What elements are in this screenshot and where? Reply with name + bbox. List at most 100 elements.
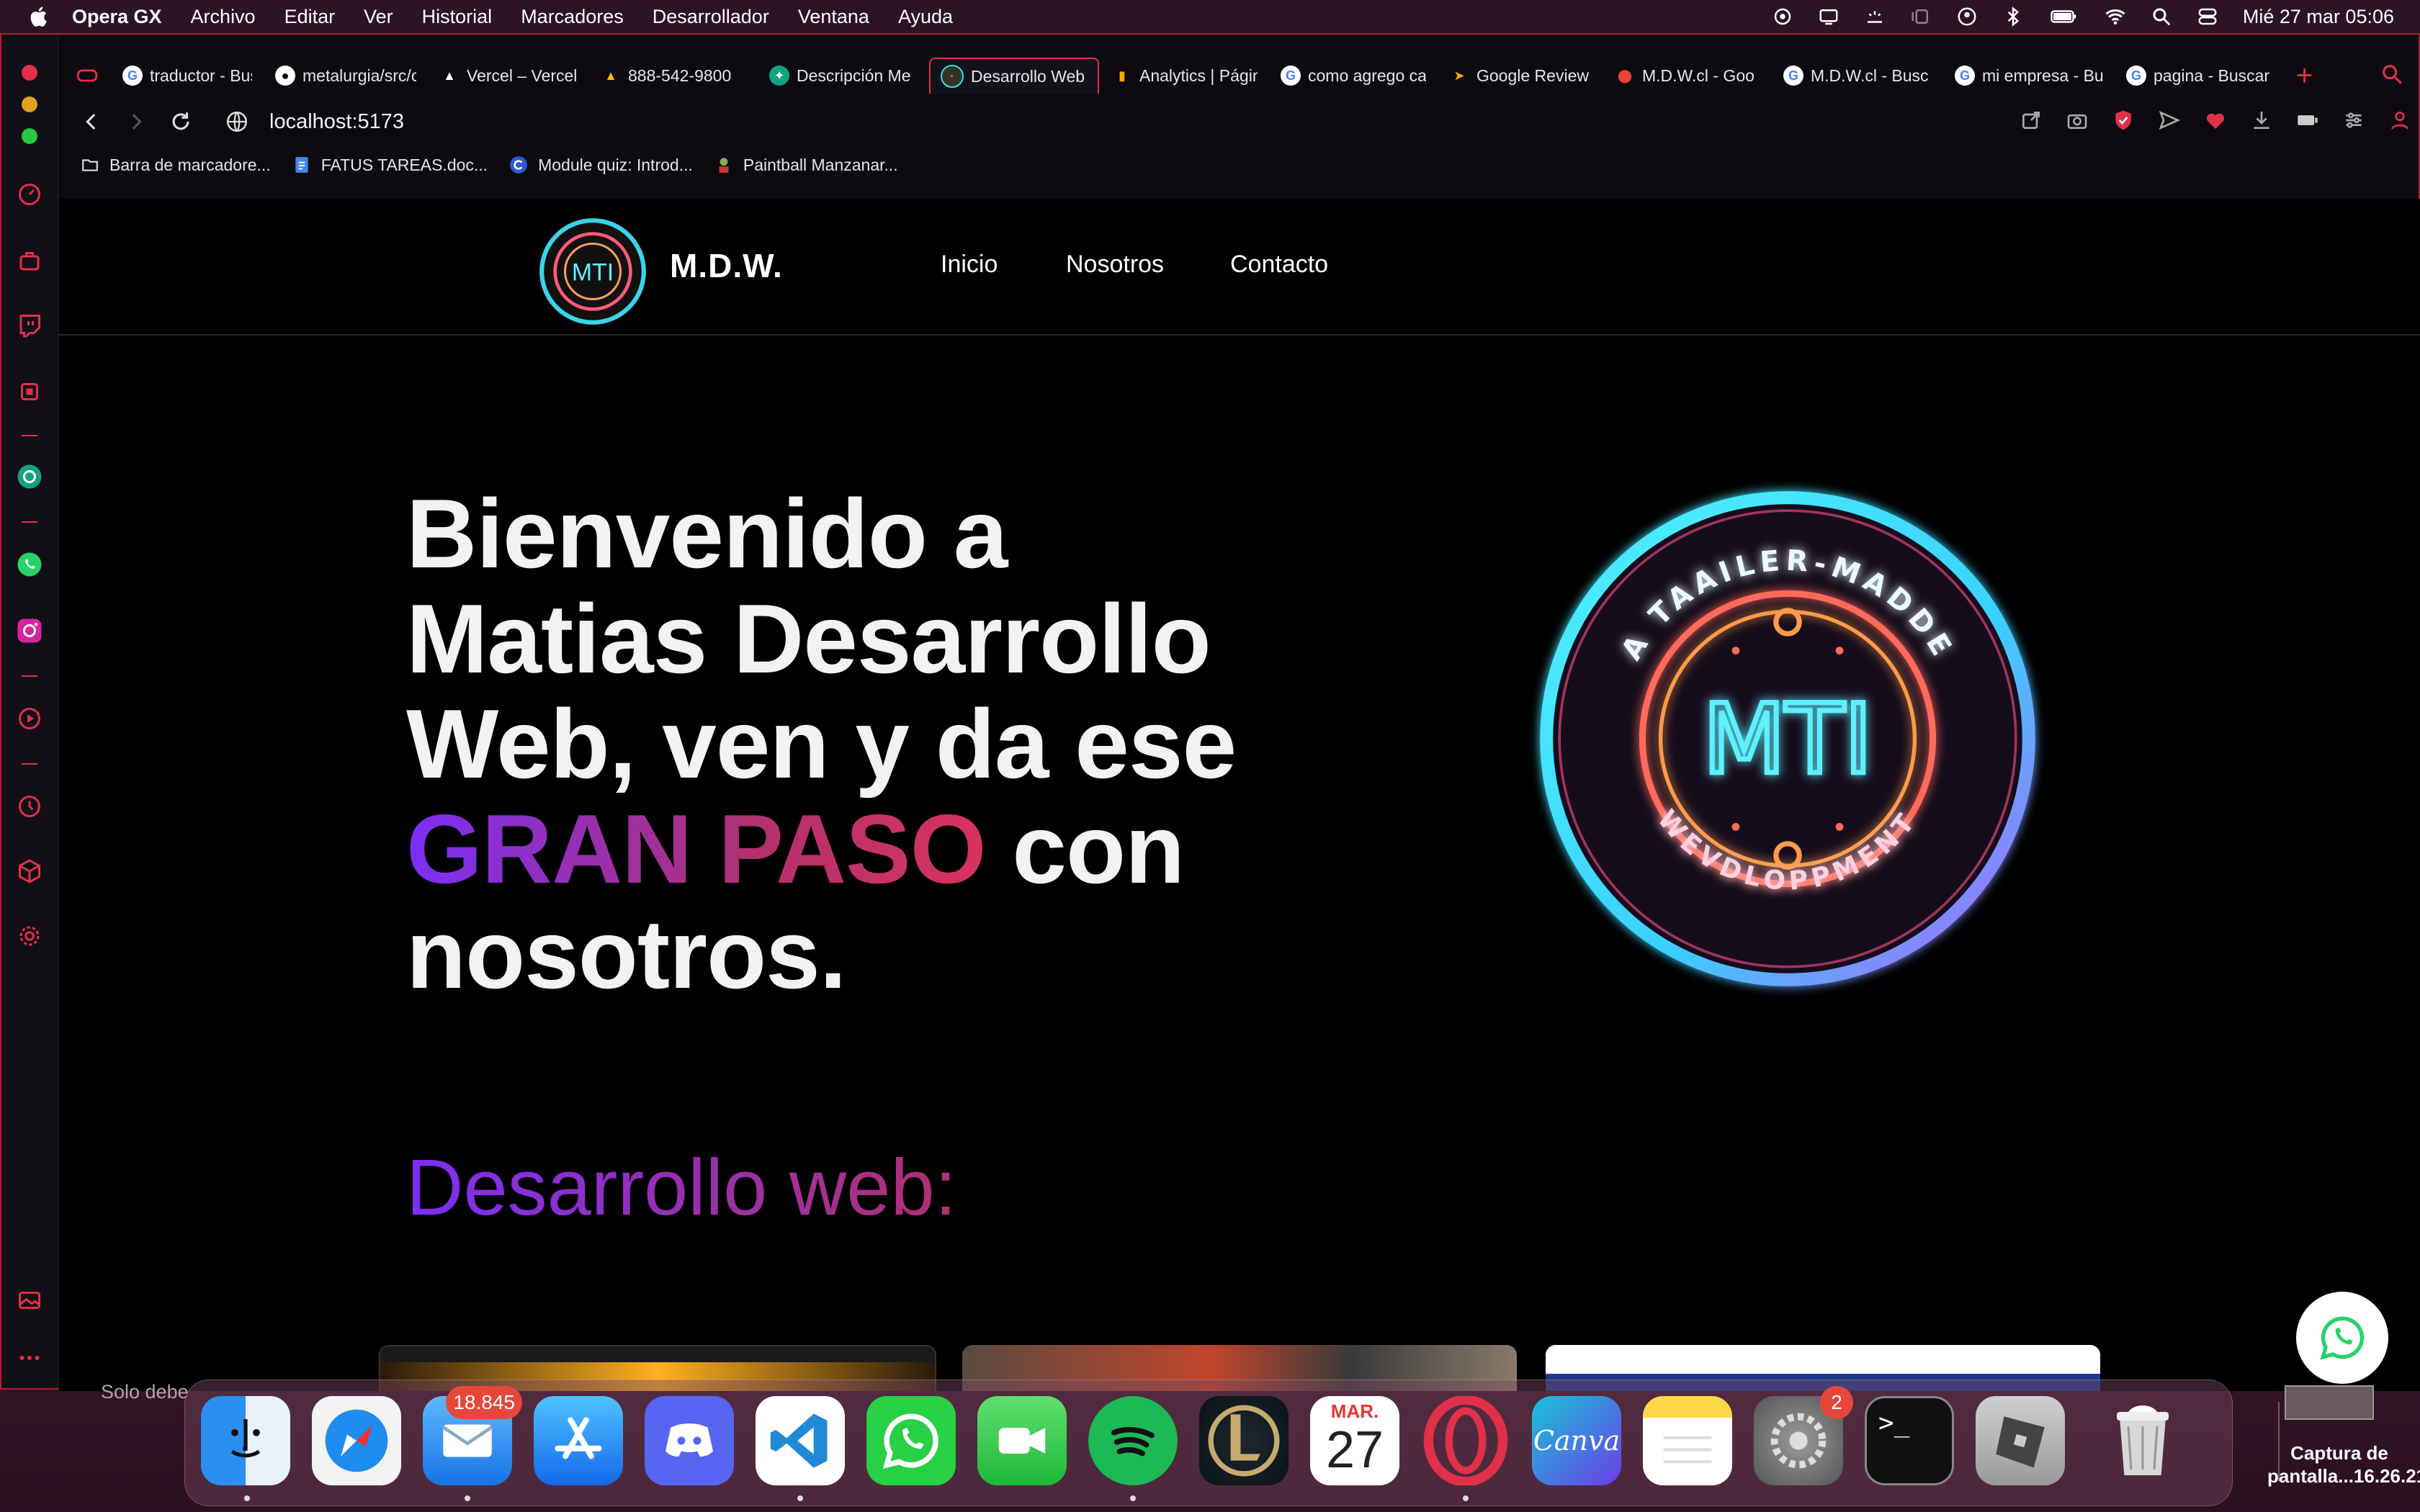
creative-cloud-icon[interactable] bbox=[1772, 6, 1793, 27]
send-icon[interactable] bbox=[2158, 109, 2181, 132]
back-icon[interactable] bbox=[79, 109, 104, 134]
menu-marcadores[interactable]: Marcadores bbox=[521, 6, 624, 28]
nav-contacto[interactable]: Contacto bbox=[1230, 251, 1328, 279]
site-info-globe-icon[interactable] bbox=[225, 109, 249, 134]
share-icon[interactable] bbox=[2020, 109, 2043, 132]
dock-opera-gx[interactable] bbox=[1421, 1396, 1510, 1485]
maximize-window-button[interactable] bbox=[22, 128, 37, 144]
dock-app-store[interactable] bbox=[534, 1396, 623, 1485]
user-icon[interactable] bbox=[1956, 6, 1978, 27]
brand-name[interactable]: M.D.W. bbox=[670, 246, 783, 285]
whatsapp-icon[interactable] bbox=[17, 552, 42, 577]
menu-archivo[interactable]: Archivo bbox=[191, 6, 256, 28]
tab-google-review[interactable]: ➤ Google Review bbox=[1439, 58, 1602, 94]
close-window-button[interactable] bbox=[22, 65, 37, 81]
tab-descripcion[interactable]: ✦ Descripción Me bbox=[759, 58, 926, 94]
forward-icon[interactable] bbox=[124, 109, 148, 134]
tab-github[interactable]: ● metalurgia/src/c bbox=[265, 58, 426, 94]
speed-dial-icon[interactable] bbox=[17, 181, 42, 207]
battery-icon[interactable] bbox=[2048, 6, 2080, 27]
tab-google-ads[interactable]: ▲ 888-542-9800 bbox=[591, 58, 756, 94]
gx-tab-icon[interactable] bbox=[75, 63, 99, 88]
bookmark-heart-icon[interactable] bbox=[2204, 109, 2227, 132]
dock-facetime[interactable] bbox=[977, 1396, 1067, 1485]
menu-editar[interactable]: Editar bbox=[284, 6, 336, 28]
tab-como-agrego[interactable]: G como agrego ca bbox=[1270, 58, 1436, 94]
tab-mdw-maps[interactable]: ⬤ M.D.W.cl - Goo bbox=[1605, 58, 1770, 94]
url-field[interactable]: localhost:5173 bbox=[269, 110, 404, 134]
screenshot-label-line-1: Captura de bbox=[2290, 1442, 2388, 1464]
dock-notes[interactable] bbox=[1643, 1396, 1732, 1485]
tab-analytics[interactable]: ▮ Analytics | Págin bbox=[1102, 58, 1268, 94]
tab-mi-empresa[interactable]: G mi empresa - Bu bbox=[1945, 58, 2113, 94]
download-icon[interactable] bbox=[2250, 109, 2273, 132]
gx-corner-icon[interactable] bbox=[17, 248, 42, 274]
dock-whatsapp[interactable] bbox=[866, 1396, 956, 1485]
tab-mdw-search[interactable]: G M.D.W.cl - Busc bbox=[1773, 58, 1942, 94]
spotlight-search-icon[interactable] bbox=[2151, 6, 2172, 27]
player-icon[interactable] bbox=[17, 706, 42, 732]
nav-nosotros[interactable]: Nosotros bbox=[1066, 251, 1164, 279]
reload-icon[interactable] bbox=[169, 109, 193, 134]
dock-finder[interactable] bbox=[201, 1396, 290, 1485]
hero-line-4: GRAN PASO con bbox=[406, 796, 1343, 901]
bookmark-folder[interactable]: Barra de marcadore... bbox=[81, 156, 271, 175]
menu-ver[interactable]: Ver bbox=[364, 6, 393, 28]
dock-safari[interactable] bbox=[312, 1396, 401, 1485]
bookmark-module-quiz[interactable]: Module quiz: Introd... bbox=[509, 156, 693, 175]
easy-setup-icon[interactable] bbox=[2342, 109, 2365, 132]
menu-ventana[interactable]: Ventana bbox=[798, 6, 869, 28]
more-options-icon[interactable] bbox=[17, 1345, 42, 1371]
finder-icon bbox=[201, 1396, 290, 1485]
dock-mail[interactable]: 18.845 bbox=[423, 1386, 522, 1485]
dock-trash[interactable] bbox=[2098, 1396, 2187, 1485]
stage-manager-icon[interactable] bbox=[1910, 6, 1932, 27]
tab-vercel[interactable]: ▲ Vercel – Vercel bbox=[429, 58, 588, 94]
dock-discord[interactable] bbox=[645, 1396, 734, 1485]
menu-ayuda[interactable]: Ayuda bbox=[898, 6, 953, 28]
brand-logo-icon[interactable]: MTI bbox=[537, 216, 648, 327]
menu-desarrollador[interactable]: Desarrollador bbox=[653, 6, 769, 28]
gx-control-icon[interactable] bbox=[17, 379, 42, 405]
snapshot-camera-icon[interactable] bbox=[2066, 109, 2089, 132]
dock-vscode[interactable] bbox=[756, 1396, 845, 1485]
tab-search-icon[interactable] bbox=[2380, 62, 2404, 86]
chatgpt-icon[interactable] bbox=[17, 464, 42, 490]
profile-icon[interactable] bbox=[2388, 109, 2411, 132]
apple-icon[interactable] bbox=[27, 4, 52, 29]
wifi-icon[interactable] bbox=[2105, 6, 2126, 27]
desktop-screenshot-label[interactable]: Captura de pantalla...16.26.21 bbox=[2267, 1441, 2420, 1488]
menu-app-name[interactable]: Opera GX bbox=[72, 6, 162, 28]
dock-league-of-legends[interactable] bbox=[1199, 1396, 1289, 1485]
menu-historial[interactable]: Historial bbox=[422, 6, 493, 28]
tab-pagina[interactable]: G pagina - Buscar bbox=[2116, 58, 2285, 94]
whatsapp-float-button[interactable] bbox=[2296, 1292, 2388, 1384]
menubar-clock[interactable]: Mié 27 mar 05:06 bbox=[2243, 6, 2394, 28]
history-icon[interactable] bbox=[17, 793, 42, 819]
settings-gear-icon[interactable] bbox=[17, 923, 42, 949]
dock-roblox[interactable] bbox=[1976, 1396, 2065, 1485]
new-tab-button[interactable]: + bbox=[2296, 60, 2313, 92]
battery-saver-icon[interactable] bbox=[2296, 109, 2319, 132]
dock-terminal[interactable]: >_ bbox=[1865, 1396, 1954, 1485]
nav-inicio[interactable]: Inicio bbox=[941, 251, 998, 279]
tab-traductor[interactable]: G traductor - Busc bbox=[112, 58, 262, 94]
dock-spotify[interactable] bbox=[1088, 1396, 1178, 1485]
dock-system-settings[interactable]: 2 bbox=[1754, 1386, 1853, 1485]
extensions-cube-icon[interactable] bbox=[17, 858, 42, 884]
dock-canva[interactable]: Canva bbox=[1532, 1396, 1621, 1485]
bookmark-fatus-tareas[interactable]: FATUS TAREAS.doc... bbox=[292, 156, 488, 175]
brightness-icon[interactable] bbox=[1864, 6, 1886, 27]
control-center-icon[interactable] bbox=[2197, 6, 2218, 27]
ad-blocker-shield-icon[interactable] bbox=[2112, 109, 2135, 132]
instagram-icon[interactable] bbox=[17, 618, 42, 644]
display-icon[interactable] bbox=[1818, 6, 1839, 27]
dock-calendar[interactable]: MAR. 27 bbox=[1310, 1396, 1399, 1485]
minimize-window-button[interactable] bbox=[22, 96, 37, 112]
bookmark-paintball[interactable]: Paintball Manzanar... bbox=[714, 156, 898, 175]
wallpaper-icon[interactable] bbox=[17, 1287, 42, 1313]
twitch-icon[interactable] bbox=[17, 312, 42, 338]
bluetooth-icon[interactable] bbox=[2002, 6, 2024, 27]
tab-desarrollo-web[interactable]: · Desarrollo Web bbox=[929, 58, 1099, 94]
desktop-screenshot-thumbnail[interactable] bbox=[2285, 1385, 2374, 1420]
